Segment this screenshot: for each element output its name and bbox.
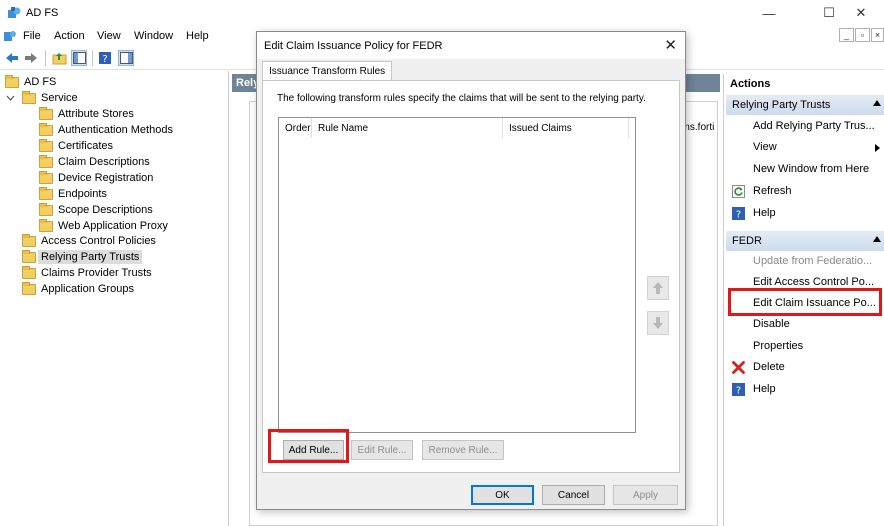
app-title: AD FS [26, 7, 59, 19]
mdi-restore-button[interactable]: ▫ [855, 28, 870, 42]
action-new-window-from-here[interactable]: New Window from Here [753, 163, 869, 175]
up-folder-icon[interactable] [51, 50, 67, 66]
actions-section-label: Relying Party Trusts [732, 99, 831, 111]
folder-icon [39, 122, 53, 136]
column-header-order[interactable]: Order [279, 118, 312, 138]
svg-text:?: ? [736, 210, 741, 221]
dialog-title: Edit Claim Issuance Policy for FEDR [264, 40, 443, 52]
tree-item-authentication-methods[interactable]: Authentication Methods [39, 122, 173, 138]
tree-item-web-application-proxy[interactable]: Web Application Proxy [39, 218, 168, 234]
action-disable[interactable]: Disable [753, 318, 790, 330]
forward-icon[interactable] [23, 50, 39, 66]
edit-claim-issuance-policy-dialog: Edit Claim Issuance Policy for FEDR ✕ Is… [256, 31, 686, 510]
help-icon[interactable]: ? [97, 50, 113, 66]
menu-help[interactable]: Help [186, 30, 209, 42]
folder-icon [39, 202, 53, 216]
tree-item-device-registration[interactable]: Device Registration [39, 170, 153, 186]
action-delete[interactable]: Delete [753, 361, 785, 373]
action-edit-access-control-policy[interactable]: Edit Access Control Po... [753, 276, 874, 288]
action-add-relying-party-trust[interactable]: Add Relying Party Trus... [753, 120, 875, 132]
folder-icon [22, 249, 36, 263]
action-view[interactable]: View [753, 141, 777, 153]
menu-file[interactable]: File [23, 30, 41, 42]
action-properties[interactable]: Properties [753, 340, 803, 352]
mdi-minimize-button[interactable]: _ [839, 28, 854, 42]
tree-item-certificates[interactable]: Certificates [39, 138, 113, 154]
folder-icon [39, 186, 53, 200]
tree-item-claim-descriptions[interactable]: Claim Descriptions [39, 154, 150, 170]
column-header-rule-name[interactable]: Rule Name [312, 118, 503, 138]
close-icon[interactable]: ✕ [664, 36, 677, 54]
tree-item-access-control-policies[interactable]: Access Control Policies [22, 233, 156, 249]
rules-list[interactable]: Order Rule Name Issued Claims [278, 117, 636, 433]
minimize-button[interactable]: — [746, 0, 792, 26]
actions-title: Actions [730, 78, 771, 90]
action-help-fedr[interactable]: Help [753, 383, 776, 395]
mdi-close-button[interactable]: × [871, 28, 884, 42]
menu-view[interactable]: View [97, 30, 121, 42]
folder-icon [22, 281, 36, 295]
folder-icon [39, 218, 53, 232]
tree-item-adfs[interactable]: AD FS [5, 74, 56, 90]
refresh-icon [732, 185, 745, 198]
folder-icon [39, 154, 53, 168]
svg-text:?: ? [102, 54, 107, 65]
ok-button[interactable]: OK [471, 485, 534, 505]
apply-button: Apply [613, 485, 678, 505]
highlight-box [268, 429, 349, 463]
dialog-title-bar: Edit Claim Issuance Policy for FEDR ✕ [257, 32, 685, 59]
show-hide-tree-icon[interactable] [71, 50, 87, 66]
svg-text:?: ? [736, 386, 741, 397]
tree-item-relying-party-trusts[interactable]: Relying Party Trusts [22, 249, 143, 265]
tree-item-endpoints[interactable]: Endpoints [39, 186, 107, 202]
console-tree: AD FS Service Attribute Stores Authentic… [0, 71, 229, 526]
help-icon: ? [732, 383, 745, 396]
submenu-arrow-icon [875, 144, 880, 152]
tree-item-claims-provider-trusts[interactable]: Claims Provider Trusts [22, 265, 152, 281]
folder-icon [39, 170, 53, 184]
collapse-caret-icon[interactable] [873, 100, 881, 106]
tree-item-application-groups[interactable]: Application Groups [22, 281, 134, 297]
menu-window[interactable]: Window [134, 30, 173, 42]
close-button[interactable]: ✕ [838, 0, 884, 26]
tab-issuance-transform-rules[interactable]: Issuance Transform Rules [262, 61, 393, 81]
column-header-issued-claims[interactable]: Issued Claims [503, 118, 629, 138]
action-help[interactable]: Help [753, 207, 776, 219]
actions-section-fedr[interactable]: FEDR [726, 231, 884, 251]
rules-description: The following transform rules specify th… [277, 93, 646, 104]
tab-panel: The following transform rules specify th… [262, 80, 680, 473]
tree-item-scope-descriptions[interactable]: Scope Descriptions [39, 202, 153, 218]
remove-rule-button: Remove Rule... [422, 440, 504, 460]
cancel-button[interactable]: Cancel [542, 485, 605, 505]
collapse-caret-icon[interactable] [873, 236, 881, 242]
edit-rule-button: Edit Rule... [351, 440, 413, 460]
show-hide-action-pane-icon[interactable] [118, 50, 134, 66]
actions-pane: Actions Relying Party Trusts Add Relying… [723, 74, 884, 526]
folder-icon [22, 233, 36, 247]
actions-section-relying-party-trusts[interactable]: Relying Party Trusts [726, 95, 884, 115]
arrow-down-icon [653, 317, 663, 329]
actions-section-label: FEDR [732, 235, 762, 247]
title-bar: AD FS — ☐ ✕ [0, 0, 884, 26]
action-refresh[interactable]: Refresh [753, 185, 792, 197]
move-down-button [647, 311, 669, 335]
arrow-up-icon [653, 282, 663, 294]
action-update-from-federation-metadata: Update from Federatio... [753, 255, 873, 267]
mmc-icon [4, 31, 16, 41]
folder-icon [22, 90, 36, 104]
highlight-box [728, 288, 882, 316]
move-up-button [647, 276, 669, 300]
chevron-down-icon[interactable] [6, 94, 15, 103]
help-icon: ? [732, 207, 745, 220]
tree-item-attribute-stores[interactable]: Attribute Stores [39, 106, 134, 122]
menu-action[interactable]: Action [54, 30, 85, 42]
folder-icon [39, 138, 53, 152]
delete-icon [732, 361, 745, 374]
folder-icon [22, 265, 36, 279]
back-icon[interactable] [4, 50, 20, 66]
folder-icon [39, 106, 53, 120]
folder-icon [5, 74, 19, 88]
adfs-app-icon [8, 7, 21, 18]
tree-item-service[interactable]: Service [22, 90, 78, 106]
